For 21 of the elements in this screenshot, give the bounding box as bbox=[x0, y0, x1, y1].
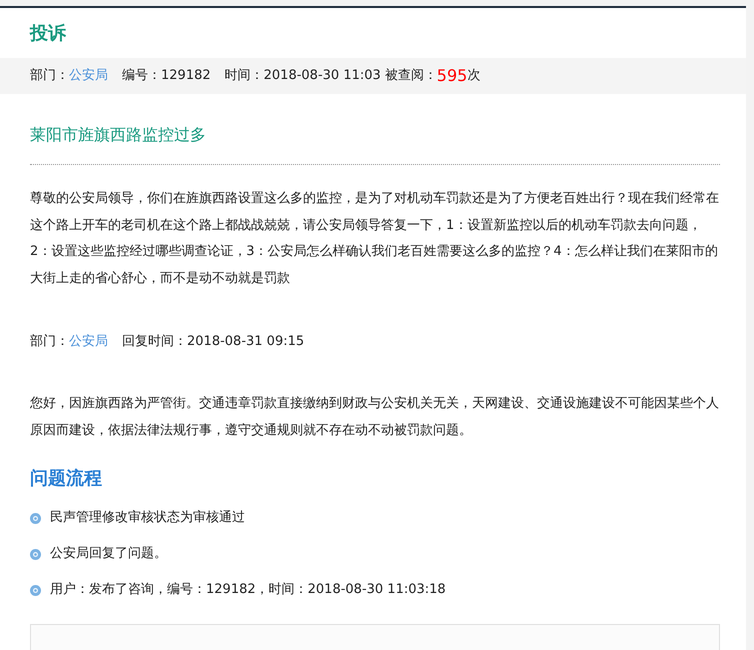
subject-title: 莱阳市旌旗西路监控过多 bbox=[30, 124, 207, 146]
department-label: 部门： bbox=[30, 333, 69, 351]
reply-time-text: 回复时间：2018-08-31 09:15 bbox=[122, 333, 304, 351]
bullet-icon bbox=[30, 512, 41, 524]
number-text: 编号：129182 bbox=[122, 67, 211, 86]
reply-text: 您好，因旌旗西路为严管街。交通违章罚款直接缴纳到财政与公安机关无关，天网建设、交通设施建设不可能因某些个人原因而建设，依据法律法规行事，遵守交通规则就不存在动不动被罚款问题。 bbox=[30, 395, 720, 440]
process-step: 用户：发布了咨询，编号：129182，时间：2018-08-30 11:03:18 bbox=[50, 580, 446, 600]
process-step: 公安局回复了问题。 bbox=[50, 544, 167, 564]
process-step: 民声管理修改审核状态为审核通过 bbox=[50, 508, 245, 528]
views-unit: 次 bbox=[467, 67, 480, 86]
views-count: 595 bbox=[436, 65, 468, 87]
complaint-text: 尊敬的公安局领导，你们在旌旗西路设置这么多的监控，是为了对机动车罚款还是为了方便老百姓出行？现在我们经常在这个路上开车的老司机在这个路上都战战兢兢，请公安局领导答复一下，1：设置新监控以后的机动车罚款去向问题，2：设置这些监控经过哪些调查论证，3：公安局怎么样确认我们老百姓需要这么多的监控？4：怎么样让我们在莱阳市的大街上走的省心舒心，而不是动不动就是罚款 bbox=[30, 190, 720, 288]
time-text: 时间：2018-08-30 11:03 bbox=[224, 67, 381, 86]
views-label: 被查阅： bbox=[384, 67, 437, 86]
bullet-icon bbox=[30, 548, 41, 560]
process-title: 问题流程 bbox=[30, 467, 103, 491]
department-label: 部门： bbox=[30, 67, 69, 86]
department-link[interactable]: 公安局 bbox=[69, 332, 108, 352]
bullet-icon bbox=[30, 584, 41, 596]
page-title: 投诉 bbox=[30, 22, 67, 46]
department-link[interactable]: 公安局 bbox=[69, 66, 108, 86]
